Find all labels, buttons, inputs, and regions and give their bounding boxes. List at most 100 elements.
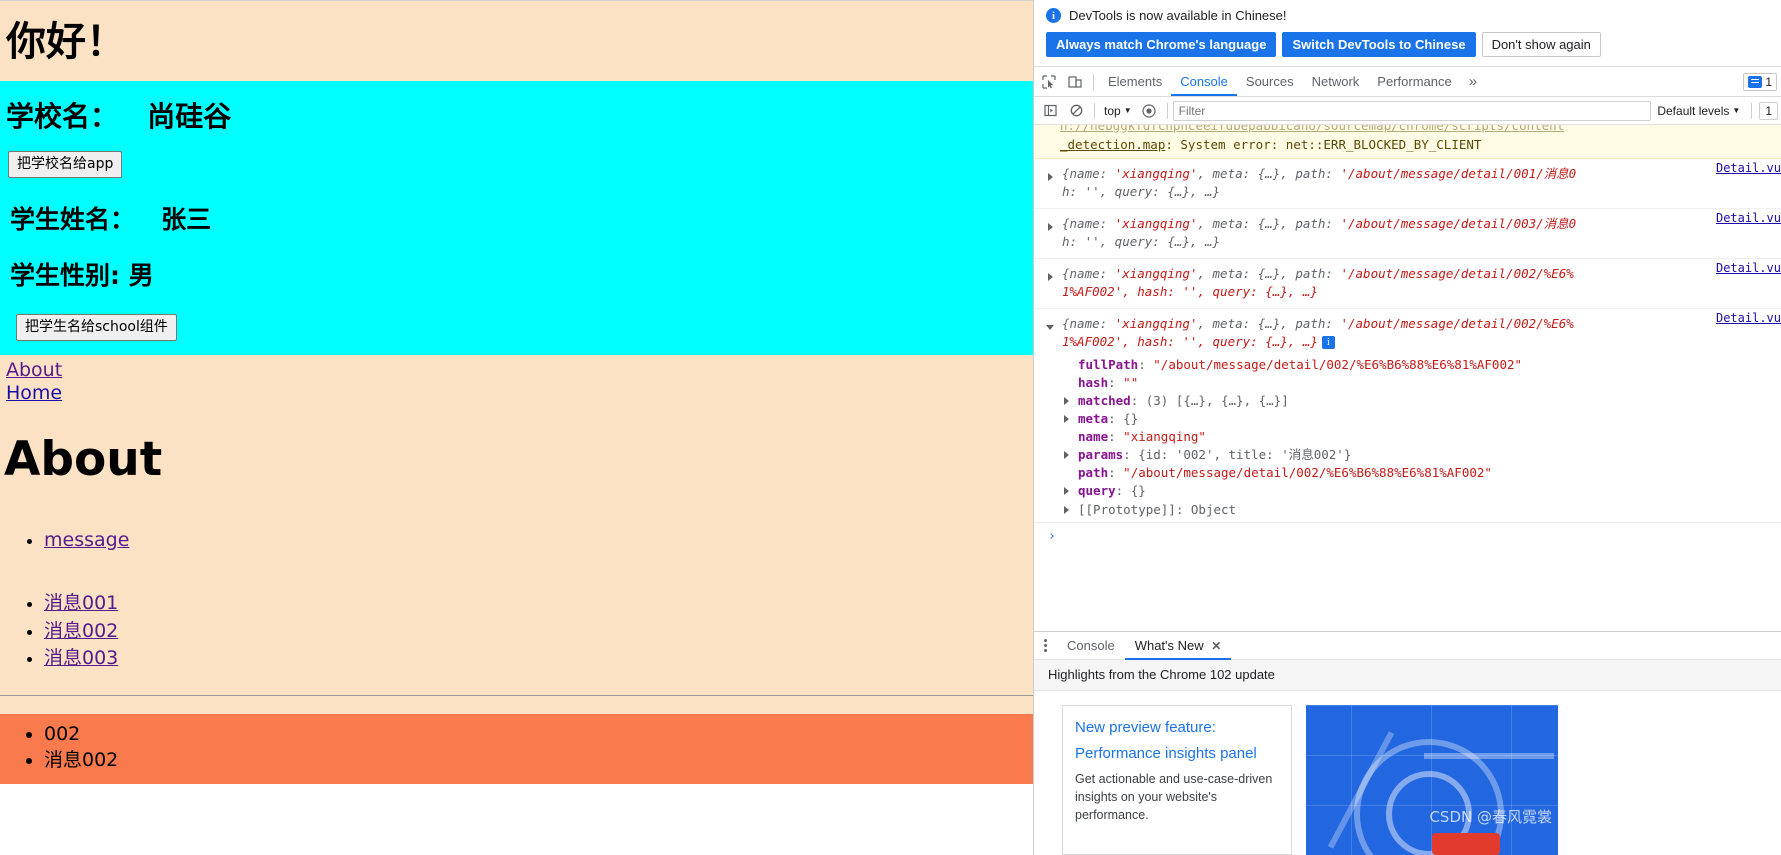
property-value: Object bbox=[1190, 501, 1237, 517]
issues-count-badge[interactable]: 1 bbox=[1759, 101, 1778, 120]
expand-arrow-icon[interactable] bbox=[1048, 273, 1053, 281]
object-preview[interactable]: {name: 'xiangqing', meta: {…}, path: '/a… bbox=[1034, 161, 1781, 205]
expand-arrow-icon[interactable] bbox=[1048, 172, 1053, 181]
expand-arrow-icon[interactable] bbox=[1064, 505, 1069, 514]
collapse-arrow-icon[interactable] bbox=[1046, 325, 1054, 331]
property-value: (3) [{…}, {…}, {…}] bbox=[1145, 392, 1289, 408]
object-preview[interactable]: {name: 'xiangqing', meta: {…}, path: '/a… bbox=[1034, 211, 1781, 255]
drawer-tab-console[interactable]: Console bbox=[1057, 632, 1125, 660]
list-item: 002 bbox=[44, 722, 1033, 748]
inspect-element-icon[interactable] bbox=[1036, 69, 1062, 95]
link-detail-002[interactable]: 消息002 bbox=[44, 620, 118, 642]
tab-sources[interactable]: Sources bbox=[1237, 68, 1303, 96]
list-item: 消息003 bbox=[44, 647, 1033, 671]
obj-path-value: '/about/message/detail/002/%E6% bbox=[1340, 316, 1574, 332]
live-expression-icon[interactable] bbox=[1136, 98, 1162, 124]
info-icon[interactable]: i bbox=[1321, 336, 1335, 350]
list-item: 消息002 bbox=[44, 748, 1033, 774]
expand-arrow-icon[interactable] bbox=[1064, 487, 1069, 496]
tab-console[interactable]: Console bbox=[1171, 68, 1237, 96]
expand-arrow-icon[interactable] bbox=[1064, 451, 1069, 460]
console-filter-input[interactable] bbox=[1172, 100, 1652, 121]
message-icon bbox=[1748, 75, 1763, 88]
dont-show-again-button[interactable]: Don't show again bbox=[1481, 32, 1601, 57]
log-levels-select[interactable]: Default levels ▼ bbox=[1651, 104, 1746, 118]
property-value: {} bbox=[1123, 410, 1139, 426]
tab-elements[interactable]: Elements bbox=[1099, 68, 1171, 96]
execution-context-select[interactable]: top ▼ bbox=[1100, 104, 1136, 118]
obj-path-value: '/about/message/detail/001/消息0 bbox=[1340, 165, 1577, 181]
log-levels-value: Default levels bbox=[1657, 103, 1730, 118]
link-detail-001[interactable]: 消息001 bbox=[44, 592, 118, 614]
whats-new-image: CSDN @春风霓裳 bbox=[1306, 705, 1558, 855]
toggle-device-toolbar-icon[interactable] bbox=[1062, 69, 1088, 95]
whats-new-card-title[interactable]: New preview feature: Performance insight… bbox=[1075, 715, 1279, 766]
drawer-tab-whats-new[interactable]: What's New ✕ bbox=[1124, 632, 1232, 660]
execution-context-value: top bbox=[1104, 103, 1121, 118]
send-student-name-button[interactable]: 把学生名给school组件 bbox=[16, 313, 177, 341]
send-school-name-button[interactable]: 把学校名给app bbox=[8, 151, 123, 178]
object-preview[interactable]: {name: 'xiangqing', meta: {…}, path: '/a… bbox=[1034, 311, 1781, 355]
property-name: name bbox=[1078, 429, 1109, 444]
console-sidebar-icon[interactable] bbox=[1037, 98, 1063, 124]
always-match-language-button[interactable]: Always match Chrome's language bbox=[1046, 32, 1277, 57]
about-link-list: message 消息001 消息002 消息003 bbox=[0, 495, 1033, 671]
property-value: "" bbox=[1123, 374, 1139, 390]
console-messages-badge[interactable]: 1 bbox=[1743, 72, 1777, 91]
console-prompt[interactable]: › bbox=[1034, 523, 1781, 550]
more-options-icon[interactable] bbox=[1040, 639, 1057, 652]
toolbar-divider bbox=[1093, 73, 1094, 90]
image-red-bar bbox=[1432, 833, 1500, 855]
object-preview[interactable]: {name: 'xiangqing', meta: {…}, path: '/a… bbox=[1034, 261, 1781, 305]
property-name: fullPath bbox=[1078, 356, 1139, 372]
school-component: 学校名： 尚硅谷 把学校名给app 学生姓名： 张三 学生性别: 男 把学生名给… bbox=[0, 81, 1033, 355]
tab-network[interactable]: Network bbox=[1303, 68, 1369, 96]
expand-arrow-icon[interactable] bbox=[1064, 396, 1069, 405]
nav-link-home[interactable]: Home bbox=[6, 382, 1033, 406]
nav-link-about[interactable]: About bbox=[6, 359, 1033, 383]
property-name: hash bbox=[1078, 374, 1109, 390]
console-object-row: Detail.vu {name: 'xiangqing', meta: {…},… bbox=[1034, 159, 1781, 209]
app-component: 你好！ bbox=[0, 1, 1033, 81]
link-message[interactable]: message bbox=[44, 529, 129, 551]
student-name-line: 学生姓名： 张三 bbox=[6, 178, 1033, 242]
property-name: meta bbox=[1078, 410, 1109, 426]
link-detail-003[interactable]: 消息003 bbox=[44, 647, 118, 669]
console-warning-row: n://hebggkfdfchphceeifdbepabbicano/sourc… bbox=[1034, 125, 1781, 159]
close-icon[interactable]: ✕ bbox=[1211, 639, 1221, 653]
obj-mid: , meta: {…}, path: bbox=[1197, 316, 1341, 332]
object-property: path: "/about/message/detail/002/%E6%B6%… bbox=[1078, 465, 1492, 481]
object-property: query: {} bbox=[1034, 482, 1781, 500]
obj-name-value: 'xiangqing' bbox=[1114, 215, 1198, 231]
chevron-down-icon: ▼ bbox=[1732, 106, 1741, 115]
detail-view: 002 消息002 bbox=[0, 714, 1033, 784]
school-name-line: 学校名： 尚硅谷 bbox=[6, 87, 1033, 145]
obj-mid: , meta: {…}, path: bbox=[1197, 215, 1341, 231]
obj-path-value: '/about/message/detail/003/消息0 bbox=[1340, 215, 1577, 231]
filterbar-divider bbox=[1166, 102, 1168, 119]
tab-performance[interactable]: Performance bbox=[1368, 68, 1460, 96]
whats-new-card: New preview feature: Performance insight… bbox=[1062, 705, 1292, 855]
object-property: name: "xiangqing" bbox=[1078, 429, 1206, 444]
warning-source-link[interactable]: _detection.map bbox=[1060, 137, 1165, 152]
whats-new-subtitle: Highlights from the Chrome 102 update bbox=[1034, 660, 1781, 691]
object-property: fullPath: "/about/message/detail/002/%E6… bbox=[1078, 356, 1523, 372]
filterbar-divider bbox=[1751, 102, 1753, 119]
console-object-row: Detail.vu {name: 'xiangqing', meta: {…},… bbox=[1034, 259, 1781, 310]
list-item: message bbox=[44, 529, 1033, 553]
switch-devtools-chinese-button[interactable]: Switch DevTools to Chinese bbox=[1282, 32, 1476, 57]
hello-heading: 你好！ bbox=[0, 1, 1033, 81]
chevron-down-icon: ▼ bbox=[1123, 106, 1132, 115]
expand-arrow-icon[interactable] bbox=[1048, 222, 1053, 231]
console-object-row: Detail.vu {name: 'xiangqing', meta: {…},… bbox=[1034, 209, 1781, 259]
obj-tail: h: '', query: {…}, …} bbox=[1062, 183, 1221, 199]
object-property: hash: "" bbox=[1078, 374, 1139, 390]
obj-prefix: {name: bbox=[1062, 215, 1115, 231]
clear-console-icon[interactable] bbox=[1063, 98, 1089, 124]
more-tabs-icon[interactable]: » bbox=[1461, 73, 1485, 90]
property-name: params bbox=[1078, 447, 1124, 463]
spacer bbox=[0, 696, 1033, 715]
expand-arrow-icon[interactable] bbox=[1064, 414, 1069, 423]
console-log-area[interactable]: n://hebggkfdfchphceeifdbepabbicano/sourc… bbox=[1034, 125, 1781, 631]
watermark: CSDN @春风霓裳 bbox=[1429, 808, 1552, 826]
